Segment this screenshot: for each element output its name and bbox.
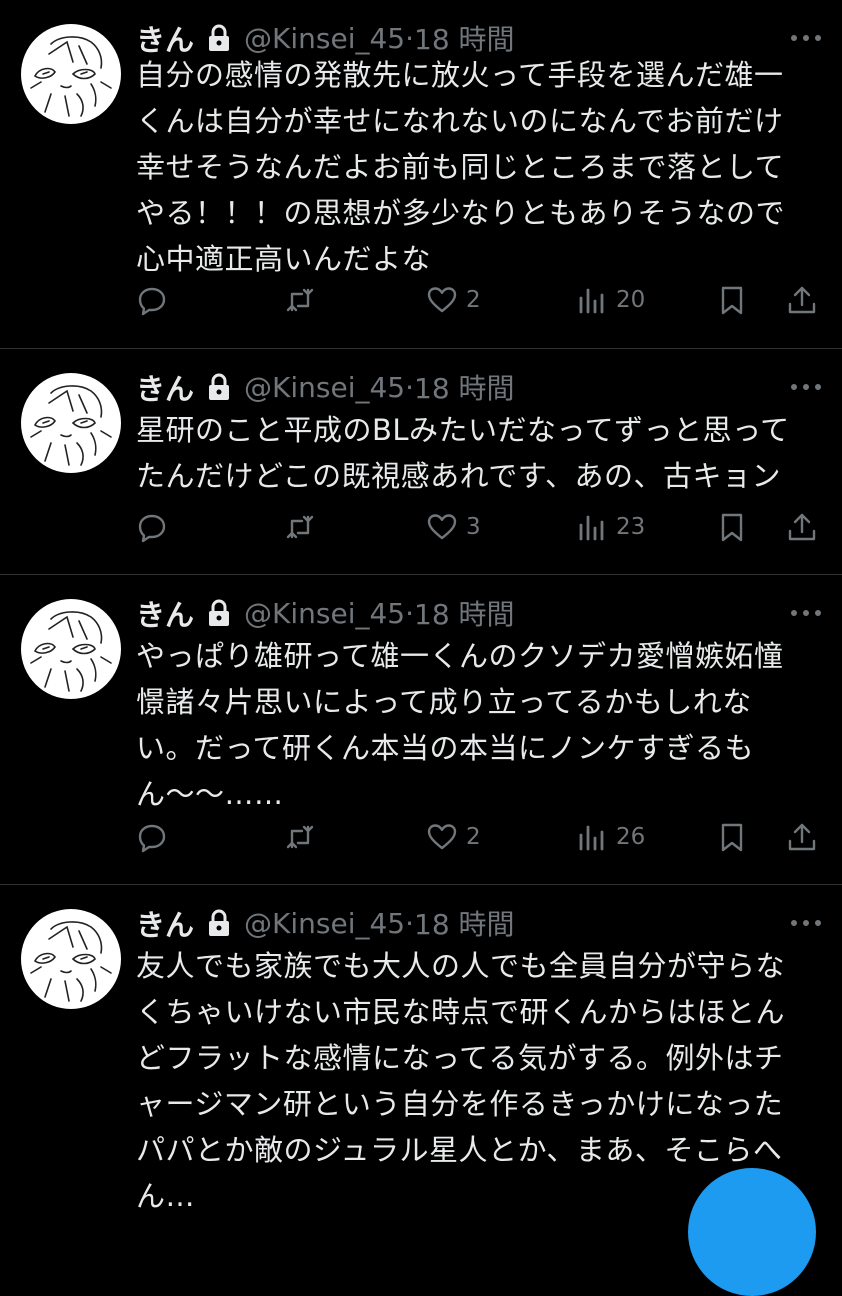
views-button[interactable]: 23 <box>576 507 645 547</box>
timestamp[interactable]: 18 時間 <box>414 593 515 633</box>
compose-button[interactable] <box>688 1168 816 1296</box>
avatar[interactable] <box>21 599 121 699</box>
action-bar: 2 26 <box>136 817 826 857</box>
share-button[interactable] <box>786 817 818 857</box>
like-count: 3 <box>466 514 481 540</box>
timestamp[interactable]: 18 時間 <box>414 367 515 407</box>
more-icon[interactable] <box>786 603 826 623</box>
reply-button[interactable] <box>136 507 168 547</box>
share-icon <box>786 511 818 543</box>
tweet[interactable]: きん @Kinsei_45 · 18 時間 やっぱり雄研って雄一くんのクソデカ愛… <box>0 575 842 884</box>
views-icon <box>576 511 608 543</box>
more-icon[interactable] <box>786 377 826 397</box>
views-icon <box>576 821 608 853</box>
lock-icon <box>206 909 232 937</box>
user-handle[interactable]: @Kinsei_45 <box>244 22 405 55</box>
action-bar: 3 23 <box>136 507 826 547</box>
retweet-icon <box>284 511 316 543</box>
avatar[interactable] <box>21 24 121 124</box>
heart-icon <box>426 511 458 543</box>
retweet-button[interactable] <box>284 817 316 857</box>
more-icon[interactable] <box>786 913 826 933</box>
separator-dot: · <box>405 596 415 630</box>
like-button[interactable]: 3 <box>426 507 481 547</box>
separator-dot: · <box>405 21 415 55</box>
like-count: 2 <box>466 287 481 313</box>
reply-icon <box>136 821 168 853</box>
bookmark-button[interactable] <box>716 817 748 857</box>
tweet[interactable]: きん @Kinsei_45 · 18 時間 自分の感情の発散先に放火って手段を選… <box>0 0 842 348</box>
separator-dot: · <box>405 370 415 404</box>
reply-button[interactable] <box>136 280 168 320</box>
bookmark-icon <box>716 284 748 316</box>
display-name[interactable]: きん <box>136 592 194 634</box>
reply-icon <box>136 511 168 543</box>
retweet-button[interactable] <box>284 280 316 320</box>
lock-icon <box>206 599 232 627</box>
tweet-header: きん @Kinsei_45 · 18 時間 <box>136 593 515 633</box>
user-handle[interactable]: @Kinsei_45 <box>244 597 405 630</box>
bookmark-icon <box>716 511 748 543</box>
more-icon[interactable] <box>786 28 826 48</box>
bookmark-button[interactable] <box>716 507 748 547</box>
bookmark-icon <box>716 821 748 853</box>
like-button[interactable]: 2 <box>426 280 481 320</box>
avatar[interactable] <box>21 373 121 473</box>
view-count: 23 <box>616 514 646 540</box>
share-icon <box>786 821 818 853</box>
retweet-button[interactable] <box>284 507 316 547</box>
action-bar: 2 20 <box>136 280 826 320</box>
views-button[interactable]: 20 <box>576 280 645 320</box>
lock-icon <box>206 373 232 401</box>
view-count: 20 <box>616 287 646 313</box>
view-count: 26 <box>616 824 646 850</box>
user-handle[interactable]: @Kinsei_45 <box>244 907 405 940</box>
views-icon <box>576 284 608 316</box>
retweet-icon <box>284 284 316 316</box>
tweet-text: 星研のこと平成のBLみたいだなってずっと思って たんだけどこの既視感あれです、あ… <box>136 413 790 493</box>
avatar[interactable] <box>21 909 121 1009</box>
share-icon <box>786 284 818 316</box>
user-handle[interactable]: @Kinsei_45 <box>244 371 405 404</box>
heart-icon <box>426 821 458 853</box>
like-button[interactable]: 2 <box>426 817 481 857</box>
bookmark-button[interactable] <box>716 280 748 320</box>
tweet-header: きん @Kinsei_45 · 18 時間 <box>136 903 515 943</box>
retweet-icon <box>284 821 316 853</box>
timestamp[interactable]: 18 時間 <box>414 903 515 943</box>
share-button[interactable] <box>786 507 818 547</box>
tweet[interactable]: きん @Kinsei_45 · 18 時間 星研のこと平成のBLみたいだなってず… <box>0 349 842 574</box>
display-name[interactable]: きん <box>136 366 194 408</box>
tweet-text: やっぱり雄研って雄一くんのクソデカ愛憎嫉妬憧 憬諸々片思いによって成り立ってるか… <box>136 639 784 811</box>
share-button[interactable] <box>786 280 818 320</box>
tweet[interactable]: きん @Kinsei_45 · 18 時間 友人でも家族でも大人の人でも全員自分… <box>0 885 842 1213</box>
reply-icon <box>136 284 168 316</box>
tweet-text: 自分の感情の発散先に放火って手段を選んだ雄一 くんは自分が幸せになれないのになん… <box>136 58 786 276</box>
heart-icon <box>426 284 458 316</box>
like-count: 2 <box>466 824 481 850</box>
display-name[interactable]: きん <box>136 902 194 944</box>
lock-icon <box>206 24 232 52</box>
views-button[interactable]: 26 <box>576 817 645 857</box>
separator-dot: · <box>405 906 415 940</box>
tweet-header: きん @Kinsei_45 · 18 時間 <box>136 367 515 407</box>
reply-button[interactable] <box>136 817 168 857</box>
